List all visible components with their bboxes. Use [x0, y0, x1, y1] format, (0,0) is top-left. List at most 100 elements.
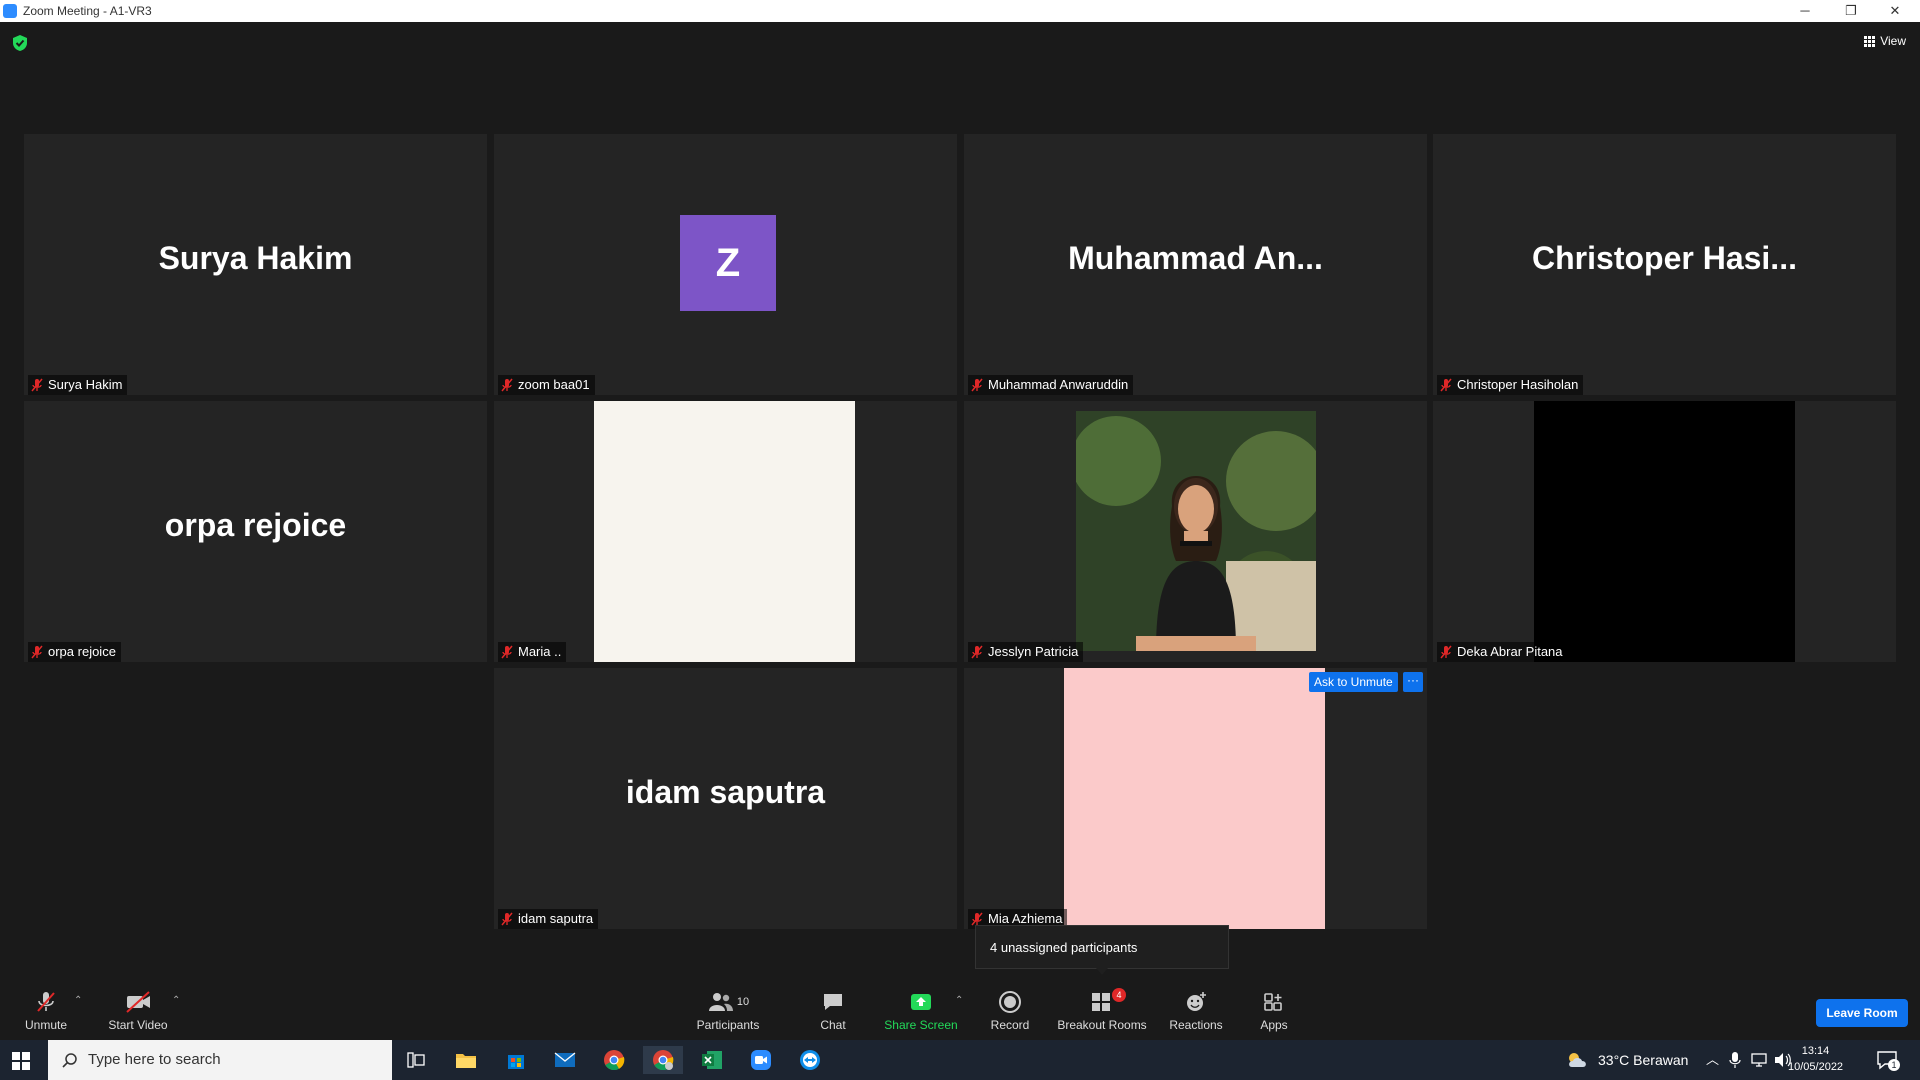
- reactions-label: Reactions: [1169, 1018, 1223, 1032]
- video-options-caret-icon[interactable]: ⌃: [172, 995, 180, 1006]
- participant-tile-maria[interactable]: Maria ..: [494, 401, 957, 662]
- zoom-taskbar-icon[interactable]: [741, 1046, 781, 1074]
- participant-name-label: orpa rejoice: [28, 642, 121, 662]
- mic-muted-icon: [501, 378, 513, 392]
- record-label: Record: [990, 1018, 1030, 1032]
- apps-button[interactable]: Apps: [1254, 990, 1294, 1032]
- start-video-button[interactable]: Start Video: [104, 990, 172, 1032]
- participant-tile-mia-azhiema[interactable]: Mia Azhiema: [964, 668, 1427, 929]
- participant-display-name: Muhammad An...: [1068, 240, 1323, 276]
- window-titlebar: Zoom Meeting - A1-VR3 ─ ❐ ✕: [0, 0, 1920, 22]
- clock-time: 13:14: [1801, 1045, 1830, 1057]
- breakout-rooms-tooltip: 4 unassigned participants: [975, 925, 1229, 975]
- start-video-label: Start Video: [108, 1018, 168, 1032]
- mic-muted-icon: [1440, 645, 1452, 659]
- reactions-button[interactable]: Reactions: [1166, 990, 1226, 1032]
- task-view-icon[interactable]: [396, 1046, 436, 1074]
- mail-icon[interactable]: [545, 1046, 585, 1074]
- view-label: View: [1880, 34, 1906, 48]
- participants-icon: [708, 993, 733, 1011]
- record-icon: [999, 991, 1021, 1013]
- windows-start-icon[interactable]: [12, 1052, 30, 1070]
- participant-name: orpa rejoice: [48, 644, 116, 659]
- taskbar-search-input[interactable]: Type here to search: [48, 1040, 392, 1080]
- close-button[interactable]: ✕: [1872, 0, 1918, 22]
- chat-bubble-icon: [824, 994, 842, 1010]
- microphone-muted-icon: [37, 992, 55, 1012]
- avatar: Z: [680, 215, 776, 311]
- participant-name: Muhammad Anwaruddin: [988, 377, 1129, 392]
- participant-name-label: Jesslyn Patricia: [968, 642, 1084, 662]
- show-hidden-icons-icon[interactable]: ︿: [1706, 1040, 1719, 1080]
- leave-room-button[interactable]: Leave Room: [1816, 999, 1908, 1027]
- microsoft-store-icon[interactable]: [496, 1046, 536, 1074]
- participant-display-name: orpa rejoice: [164, 507, 347, 543]
- breakout-badge: 4: [1112, 988, 1126, 1002]
- participant-name: Jesslyn Patricia: [988, 644, 1079, 659]
- microphone-icon[interactable]: [1729, 1052, 1741, 1068]
- participant-tile-orpa-rejoice[interactable]: orpa rejoice orpa rejoice: [24, 401, 487, 662]
- weather-cloud-icon[interactable]: [1566, 1052, 1590, 1068]
- participant-tile-zoom-baa01[interactable]: Z zoom baa01: [494, 134, 957, 395]
- taskbar-clock[interactable]: 13:14 10/05/2022: [1788, 1043, 1843, 1075]
- chrome-profile-icon[interactable]: [643, 1046, 683, 1074]
- participant-name-label: Deka Abrar Pitana: [1437, 642, 1568, 662]
- clock-date: 10/05/2022: [1788, 1061, 1844, 1073]
- participant-tile-muhammad-anwaruddin[interactable]: Muhammad An... Muhammad Anwaruddin: [964, 134, 1427, 395]
- share-screen-button[interactable]: Share Screen: [884, 990, 958, 1032]
- breakout-rooms-button[interactable]: 4 Breakout Rooms: [1056, 988, 1148, 1032]
- participants-button[interactable]: 10 Participants: [692, 990, 764, 1032]
- share-options-caret-icon[interactable]: ⌃: [955, 995, 963, 1006]
- mic-muted-icon: [971, 378, 983, 392]
- ask-to-unmute-button[interactable]: Ask to Unmute: [1309, 672, 1398, 692]
- participant-name-label: Muhammad Anwaruddin: [968, 375, 1134, 395]
- file-explorer-icon[interactable]: [446, 1046, 486, 1074]
- participant-display-name: idam saputra: [625, 774, 826, 810]
- mic-muted-icon: [971, 912, 983, 926]
- participant-name: Deka Abrar Pitana: [1457, 644, 1563, 659]
- zoom-app-icon: [3, 4, 17, 18]
- meeting-toolbar: Unmute ⌃ Start Video ⌃ 10 Participants C…: [0, 978, 1920, 1040]
- participant-name-label: Christoper Hasiholan: [1437, 375, 1584, 395]
- participant-profile-photo: [1076, 411, 1316, 651]
- unmute-button[interactable]: Unmute: [18, 990, 74, 1032]
- minimize-button[interactable]: ─: [1782, 0, 1828, 22]
- view-button[interactable]: View: [1864, 34, 1906, 48]
- breakout-rooms-icon: [1092, 993, 1110, 1011]
- participants-label: Participants: [696, 1018, 760, 1032]
- meeting-topbar: View: [0, 22, 1920, 82]
- participant-tile-idam-saputra[interactable]: idam saputra idam saputra: [494, 668, 957, 929]
- chrome-icon[interactable]: [594, 1046, 634, 1074]
- participant-tile-christoper-hasiholan[interactable]: Christoper Hasi... Christoper Hasiholan: [1433, 134, 1896, 395]
- participant-tile-jesslyn-patricia[interactable]: Jesslyn Patricia: [964, 401, 1427, 662]
- encryption-shield-icon[interactable]: [12, 34, 28, 52]
- participant-name: Maria ..: [518, 644, 562, 659]
- participant-name-label: zoom baa01: [498, 375, 595, 395]
- weather-text[interactable]: 33°C Berawan: [1598, 1040, 1688, 1080]
- participant-video: [1534, 401, 1795, 662]
- network-icon[interactable]: [1751, 1053, 1769, 1067]
- chat-button[interactable]: Chat: [808, 990, 858, 1032]
- participant-tile-deka-abrar-pitana[interactable]: Deka Abrar Pitana: [1433, 401, 1896, 662]
- participant-name: zoom baa01: [518, 377, 590, 392]
- more-options-button[interactable]: ···: [1403, 672, 1423, 692]
- participant-name-label: Surya Hakim: [28, 375, 128, 395]
- window-title: Zoom Meeting - A1-VR3: [23, 4, 152, 18]
- mic-muted-icon: [31, 645, 43, 659]
- grid-view-icon: [1864, 35, 1876, 47]
- notification-center-icon[interactable]: 1: [1876, 1050, 1900, 1071]
- mic-muted-icon: [31, 378, 43, 392]
- search-placeholder: Type here to search: [88, 1051, 221, 1068]
- share-screen-label: Share Screen: [884, 1018, 958, 1032]
- search-icon: [62, 1053, 77, 1068]
- excel-icon[interactable]: [692, 1046, 732, 1074]
- reactions-smiley-icon: [1187, 992, 1206, 1011]
- restore-button[interactable]: ❐: [1828, 0, 1874, 22]
- mic-muted-icon: [1440, 378, 1452, 392]
- audio-options-caret-icon[interactable]: ⌃: [74, 995, 82, 1006]
- record-button[interactable]: Record: [986, 990, 1034, 1032]
- breakout-rooms-label: Breakout Rooms: [1057, 1018, 1147, 1032]
- teamviewer-icon[interactable]: [790, 1046, 830, 1074]
- participant-tile-surya-hakim[interactable]: Surya Hakim Surya Hakim: [24, 134, 487, 395]
- participant-name: idam saputra: [518, 911, 594, 926]
